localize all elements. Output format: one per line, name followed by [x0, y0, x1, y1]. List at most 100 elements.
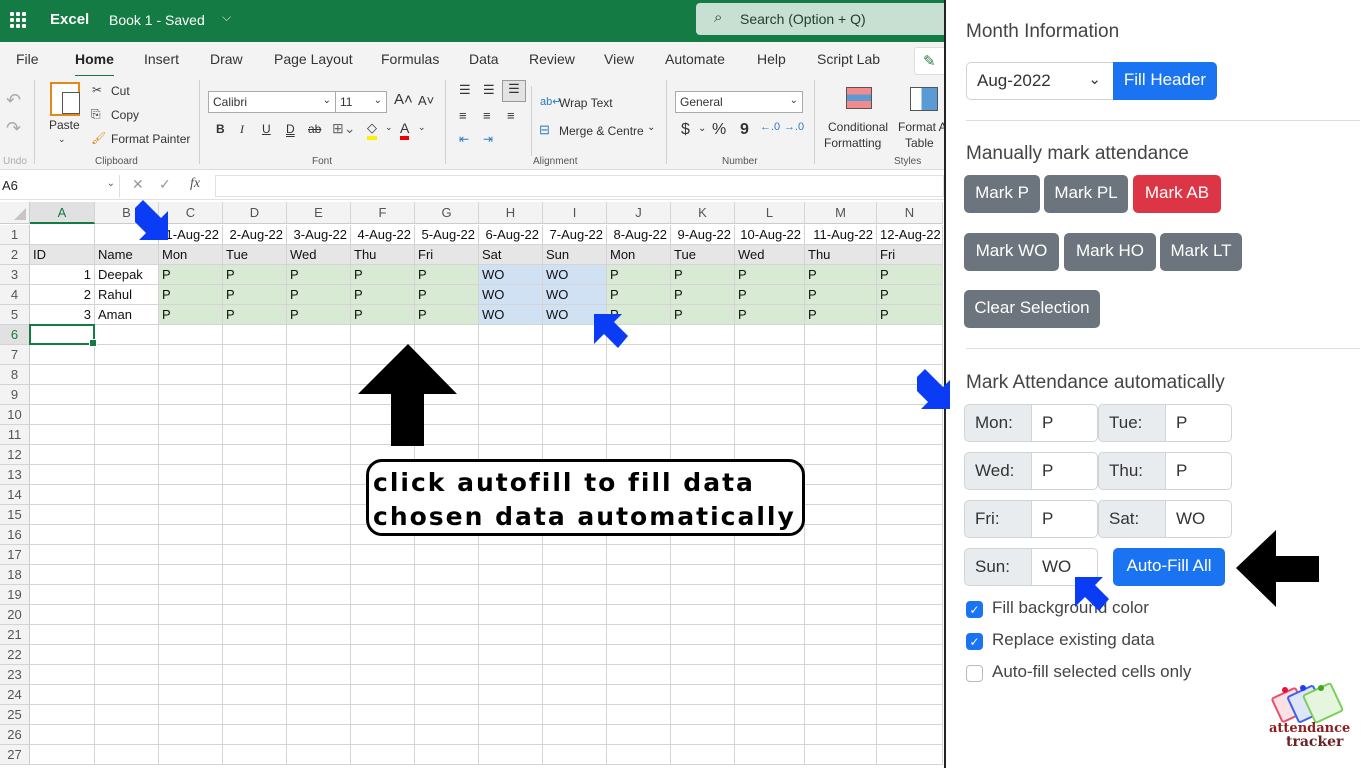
italic-button[interactable]: I [240, 122, 244, 137]
day-input-sat[interactable]: WO [1165, 500, 1232, 538]
cell-f25[interactable] [351, 705, 415, 725]
cell-d16[interactable] [223, 525, 287, 545]
tab-file[interactable]: File [16, 51, 39, 67]
cell-k10[interactable] [671, 405, 735, 425]
cell-h6[interactable] [479, 325, 543, 345]
date-header-cell[interactable]: 2-Aug-22 [223, 225, 287, 245]
attendance-cell[interactable]: P [223, 265, 287, 285]
cell-a26[interactable] [30, 725, 95, 745]
cell-c6[interactable] [159, 325, 223, 345]
conditional-formatting-label-1[interactable]: Conditional [828, 120, 888, 134]
cell-i22[interactable] [543, 645, 607, 665]
cell-k17[interactable] [671, 545, 735, 565]
cell-d21[interactable] [223, 625, 287, 645]
cell-e27[interactable] [287, 745, 351, 765]
cell-c10[interactable] [159, 405, 223, 425]
id-cell[interactable]: 1 [30, 265, 95, 285]
day-header-cell[interactable]: Name [95, 245, 159, 265]
cell-a13[interactable] [30, 465, 95, 485]
cell-c18[interactable] [159, 565, 223, 585]
cell-d17[interactable] [223, 545, 287, 565]
cell-a24[interactable] [30, 685, 95, 705]
cell-b12[interactable] [95, 445, 159, 465]
cell-m19[interactable] [805, 585, 877, 605]
cell-b7[interactable] [95, 345, 159, 365]
cell-k19[interactable] [671, 585, 735, 605]
cell-l26[interactable] [735, 725, 805, 745]
cell-c11[interactable] [159, 425, 223, 445]
decrease-decimal-icon[interactable]: →.0 [784, 121, 804, 133]
column-header-a[interactable]: A [30, 202, 95, 224]
attendance-cell[interactable]: P [877, 265, 943, 285]
cell-a1[interactable] [30, 225, 95, 245]
date-header-cell[interactable]: 6-Aug-22 [479, 225, 543, 245]
attendance-cell[interactable]: P [351, 285, 415, 305]
cell-f20[interactable] [351, 605, 415, 625]
editing-mode-button[interactable]: ✎ [914, 47, 944, 75]
cell-c27[interactable] [159, 745, 223, 765]
number-format-select[interactable]: General ⌄ [675, 91, 803, 113]
cell-n23[interactable] [877, 665, 943, 685]
cell-e15[interactable] [287, 505, 351, 525]
attendance-cell[interactable]: WO [479, 285, 543, 305]
cell-b11[interactable] [95, 425, 159, 445]
attendance-cell[interactable]: WO [543, 265, 607, 285]
align-left-icon[interactable]: ≡ [459, 108, 467, 123]
row-header-13[interactable]: 13 [0, 465, 30, 485]
cell-n20[interactable] [877, 605, 943, 625]
mark-lt-button[interactable]: Mark LT [1160, 233, 1242, 271]
percent-button[interactable]: % [712, 121, 726, 139]
chevron-down-icon[interactable]: ⌄ [418, 122, 426, 133]
cell-n14[interactable] [877, 485, 943, 505]
cell-n13[interactable] [877, 465, 943, 485]
cell-n6[interactable] [877, 325, 943, 345]
cell-c26[interactable] [159, 725, 223, 745]
cell-g20[interactable] [415, 605, 479, 625]
month-select[interactable]: Aug-2022 ⌄ [966, 62, 1114, 100]
cell-a8[interactable] [30, 365, 95, 385]
format-as-table-label-2[interactable]: Table [905, 136, 934, 150]
borders-icon[interactable]: ⊞⌄ [332, 120, 355, 137]
cell-j19[interactable] [607, 585, 671, 605]
cell-f24[interactable] [351, 685, 415, 705]
cell-m20[interactable] [805, 605, 877, 625]
cell-m9[interactable] [805, 385, 877, 405]
cell-f26[interactable] [351, 725, 415, 745]
date-header-cell[interactable]: 7-Aug-22 [543, 225, 607, 245]
cell-e11[interactable] [287, 425, 351, 445]
cell-n22[interactable] [877, 645, 943, 665]
cell-l9[interactable] [735, 385, 805, 405]
day-header-cell[interactable]: Mon [607, 245, 671, 265]
day-header-cell[interactable]: Mon [159, 245, 223, 265]
cell-c24[interactable] [159, 685, 223, 705]
cell-k23[interactable] [671, 665, 735, 685]
attendance-cell[interactable]: P [351, 265, 415, 285]
column-header-h[interactable]: H [479, 202, 543, 224]
day-header-cell[interactable]: Fri [415, 245, 479, 265]
cell-m14[interactable] [805, 485, 877, 505]
undo-icon[interactable]: ↶ [6, 90, 21, 111]
cell-k7[interactable] [671, 345, 735, 365]
cell-j18[interactable] [607, 565, 671, 585]
row-header-14[interactable]: 14 [0, 485, 30, 505]
cell-l11[interactable] [735, 425, 805, 445]
cell-j9[interactable] [607, 385, 671, 405]
chevron-down-icon[interactable]: ⌄ [58, 134, 66, 145]
column-header-k[interactable]: K [671, 202, 735, 224]
cell-h27[interactable] [479, 745, 543, 765]
cell-d14[interactable] [223, 485, 287, 505]
cell-i27[interactable] [543, 745, 607, 765]
cell-e12[interactable] [287, 445, 351, 465]
cell-n19[interactable] [877, 585, 943, 605]
cell-g27[interactable] [415, 745, 479, 765]
cell-b22[interactable] [95, 645, 159, 665]
cell-e13[interactable] [287, 465, 351, 485]
cell-h22[interactable] [479, 645, 543, 665]
cell-j22[interactable] [607, 645, 671, 665]
cell-d9[interactable] [223, 385, 287, 405]
cell-b21[interactable] [95, 625, 159, 645]
date-header-cell[interactable]: 8-Aug-22 [607, 225, 671, 245]
cell-c17[interactable] [159, 545, 223, 565]
attendance-cell[interactable]: WO [479, 305, 543, 325]
cell-k21[interactable] [671, 625, 735, 645]
